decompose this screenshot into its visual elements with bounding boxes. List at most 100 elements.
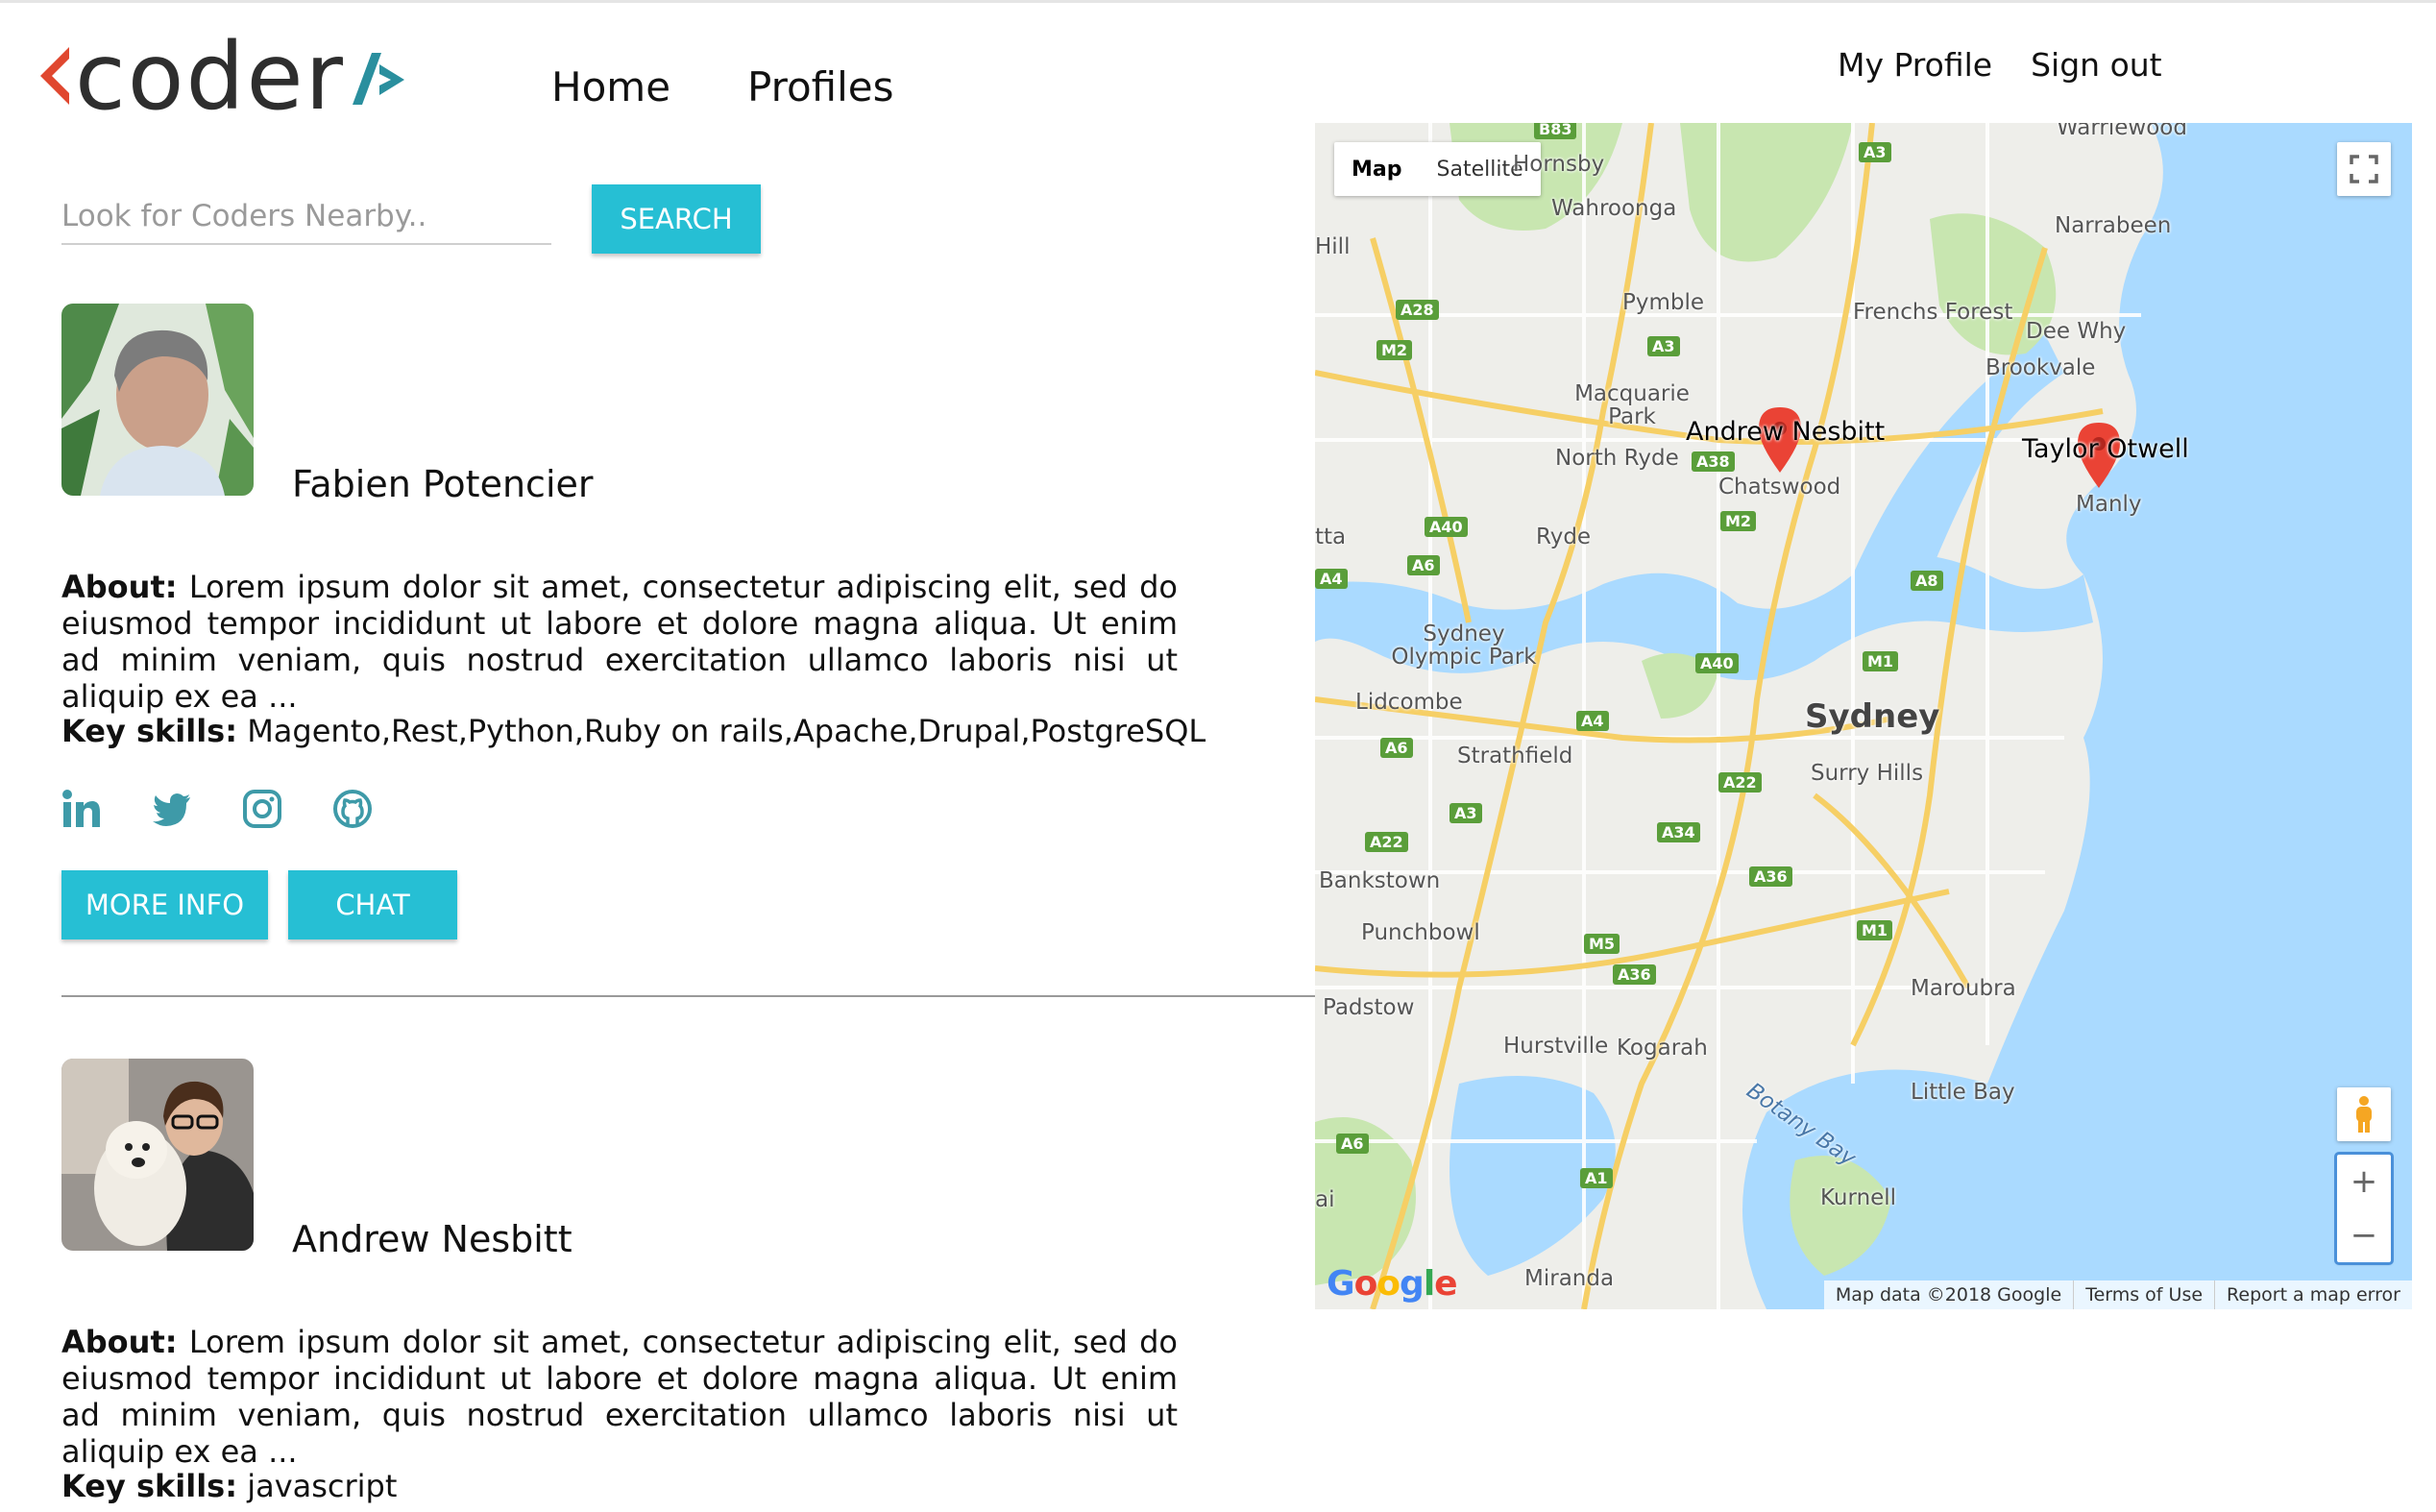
fullscreen-icon bbox=[2350, 155, 2378, 183]
map-label: Little Bay bbox=[1911, 1080, 2015, 1105]
fullscreen-button[interactable] bbox=[2337, 142, 2391, 196]
about-text: Lorem ipsum dolor sit amet, consectetur … bbox=[61, 569, 1179, 715]
more-info-button[interactable]: MORE INFO bbox=[61, 870, 268, 939]
profile-skills: Key skills: Magento,Rest,Python,Ruby on … bbox=[61, 713, 1206, 749]
map-label: Lidcombe bbox=[1355, 690, 1463, 715]
skills-label: Key skills: bbox=[61, 1468, 238, 1504]
skills-text: javascript bbox=[247, 1468, 398, 1504]
road-shield: A36 bbox=[1613, 964, 1656, 985]
top-border bbox=[0, 0, 2436, 3]
map-label: Manly bbox=[2076, 492, 2142, 517]
about-text: Lorem ipsum dolor sit amet, consectetur … bbox=[61, 1324, 1179, 1470]
logo-text: coder bbox=[75, 23, 345, 131]
avatar[interactable] bbox=[61, 1059, 254, 1251]
my-profile-link[interactable]: My Profile bbox=[1838, 46, 1992, 84]
map-label: Hill bbox=[1315, 234, 1351, 259]
map-data-text: Map data ©2018 Google bbox=[1835, 1284, 2062, 1305]
avatar[interactable] bbox=[61, 304, 254, 496]
road-shield: M2 bbox=[1720, 511, 1757, 531]
map-label: ai bbox=[1315, 1187, 1335, 1212]
report-map-error-link[interactable]: Report a map error bbox=[2214, 1280, 2412, 1309]
road-shield: A40 bbox=[1425, 517, 1468, 537]
map-label: Kurnell bbox=[1820, 1185, 1897, 1210]
github-icon[interactable] bbox=[332, 789, 373, 829]
sign-out-link[interactable]: Sign out bbox=[2031, 46, 2162, 84]
twitter-icon[interactable] bbox=[152, 789, 192, 829]
street-view-button[interactable] bbox=[2337, 1087, 2391, 1141]
terms-of-use-link[interactable]: Terms of Use bbox=[2073, 1280, 2214, 1309]
search-input[interactable] bbox=[61, 189, 551, 245]
map-label: Sydney bbox=[1805, 697, 1940, 736]
map-attribution: Map data ©2018 Google Terms of Use Repor… bbox=[1823, 1280, 2412, 1309]
map-label: Hornsby bbox=[1513, 152, 1605, 177]
map-marker-label: Andrew Nesbitt bbox=[1686, 417, 1886, 447]
road-shield: M1 bbox=[1863, 651, 1899, 671]
road-shield: A28 bbox=[1396, 300, 1439, 320]
road-shield: A38 bbox=[1692, 451, 1735, 472]
logo-chevron-icon bbox=[40, 47, 69, 105]
main-nav: Home Profiles bbox=[551, 63, 894, 110]
map-label: Padstow bbox=[1323, 995, 1415, 1020]
skills-text: Magento,Rest,Python,Ruby on rails,Apache… bbox=[247, 713, 1206, 749]
account-links: My Profile Sign out bbox=[1838, 46, 2162, 84]
profile-name: Andrew Nesbitt bbox=[292, 1218, 572, 1260]
logo[interactable]: coder bbox=[37, 29, 406, 125]
road-shield: A4 bbox=[1315, 569, 1348, 589]
profile-about: About: Lorem ipsum dolor sit amet, conse… bbox=[61, 569, 1178, 715]
profile-card: Andrew Nesbitt About: Lorem ipsum dolor … bbox=[61, 1059, 1224, 1510]
google-logo[interactable]: Google bbox=[1327, 1264, 1458, 1304]
about-label: About: bbox=[61, 569, 178, 605]
profile-skills: Key skills: javascript bbox=[61, 1468, 397, 1504]
road-shield: A3 bbox=[1647, 336, 1680, 356]
road-shield: A3 bbox=[1449, 803, 1482, 823]
road-shield: A4 bbox=[1576, 711, 1609, 731]
road-shield: A36 bbox=[1749, 866, 1792, 887]
road-shield: M1 bbox=[1857, 920, 1893, 940]
instagram-icon[interactable] bbox=[242, 789, 282, 829]
profile-about: About: Lorem ipsum dolor sit amet, conse… bbox=[61, 1324, 1178, 1470]
map-label: Kogarah bbox=[1617, 1036, 1708, 1061]
profile-name: Fabien Potencier bbox=[292, 463, 594, 505]
zoom-in-button[interactable]: + bbox=[2337, 1155, 2391, 1208]
zoom-control: + − bbox=[2334, 1152, 2394, 1265]
map-label: Maroubra bbox=[1911, 976, 2016, 1001]
map-label: Frenchs Forest bbox=[1853, 300, 2013, 325]
map-label: Punchbowl bbox=[1361, 920, 1480, 945]
road-shield: A40 bbox=[1695, 653, 1739, 673]
road-shield: A34 bbox=[1657, 822, 1700, 842]
road-shield: M2 bbox=[1376, 340, 1413, 360]
map-label: Miranda bbox=[1524, 1266, 1615, 1291]
logo-slash-icon bbox=[352, 53, 404, 105]
map-label: Dee Why bbox=[2026, 319, 2127, 344]
map-label: North Ryde bbox=[1555, 446, 1679, 471]
map-label: Bankstown bbox=[1319, 868, 1441, 893]
chat-button[interactable]: CHAT bbox=[288, 870, 457, 939]
map-label: tta bbox=[1315, 524, 1347, 549]
map-label: Hurstville bbox=[1503, 1034, 1609, 1059]
linkedin-icon[interactable] bbox=[61, 789, 102, 829]
map-type-control: Map Satellite bbox=[1334, 142, 1541, 196]
pegman-icon bbox=[2356, 1096, 2372, 1133]
nav-profiles[interactable]: Profiles bbox=[747, 63, 893, 110]
skills-label: Key skills: bbox=[61, 713, 238, 749]
road-shield: A22 bbox=[1718, 772, 1762, 793]
road-shield: B83 bbox=[1534, 123, 1577, 139]
map[interactable]: Map Satellite + − Hornsby Wahroonga Pymb… bbox=[1315, 123, 2412, 1309]
map-label: Strathfield bbox=[1457, 744, 1573, 768]
profile-divider bbox=[61, 995, 1315, 997]
map-label: Wahroonga bbox=[1551, 196, 1677, 221]
zoom-out-button[interactable]: − bbox=[2337, 1208, 2391, 1262]
nav-home[interactable]: Home bbox=[551, 63, 670, 110]
road-shield: A3 bbox=[1859, 142, 1891, 162]
map-label: Brookvale bbox=[1985, 355, 2096, 380]
search-button[interactable]: SEARCH bbox=[592, 184, 761, 254]
about-label: About: bbox=[61, 1324, 178, 1360]
road-shield: A22 bbox=[1365, 832, 1408, 852]
road-shield: A1 bbox=[1580, 1168, 1613, 1188]
profile-card: Fabien Potencier About: Lorem ipsum dolo… bbox=[61, 304, 1224, 939]
map-type-map[interactable]: Map bbox=[1334, 142, 1420, 196]
map-label: Pymble bbox=[1622, 290, 1705, 315]
map-marker-label: Taylor Otwell bbox=[2022, 434, 2189, 464]
road-shield: M5 bbox=[1584, 934, 1620, 954]
map-label: Narrabeen bbox=[2055, 213, 2172, 238]
